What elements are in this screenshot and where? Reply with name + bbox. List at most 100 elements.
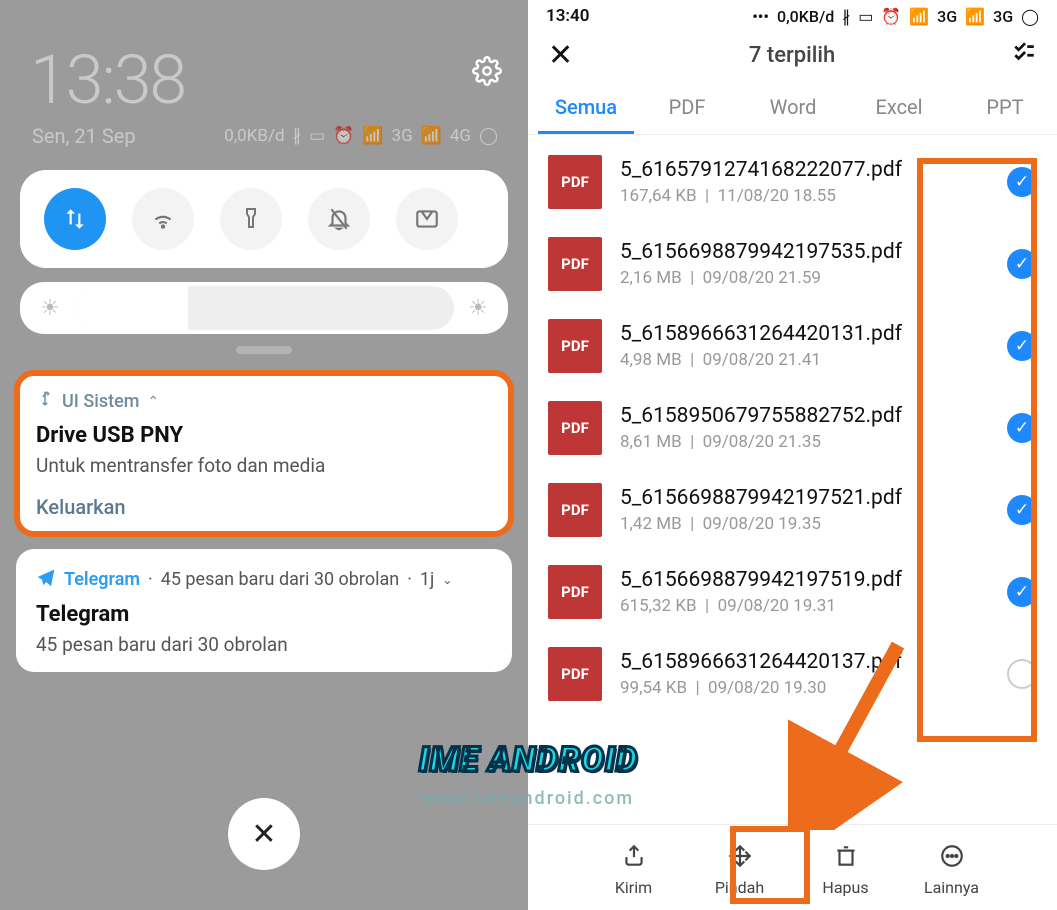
button-label: Lainnya	[924, 878, 979, 897]
bottom-action-bar: Kirim Pindah Hapus Lainnya	[528, 824, 1057, 910]
wifi-toggle[interactable]	[132, 188, 194, 250]
dnd-toggle[interactable]	[308, 188, 370, 250]
pdf-icon: PDF	[548, 565, 602, 619]
file-row[interactable]: PDF5_6165791274168222077.pdf167,64 KB | …	[528, 141, 1057, 223]
file-name: 5_6158966631264420131.pdf	[620, 322, 989, 346]
more-icon	[939, 843, 965, 874]
file-list: PDF5_6165791274168222077.pdf167,64 KB | …	[528, 135, 1057, 805]
notification-summary: 45 pesan baru dari 30 obrolan	[161, 569, 399, 590]
chevron-down-icon[interactable]: ⌄	[442, 573, 452, 587]
file-meta: 99,54 KB | 09/08/20 19.30	[620, 678, 989, 698]
file-meta: 615,32 KB | 09/08/20 19.31	[620, 596, 989, 616]
notification-title: Drive USB PNY	[36, 423, 492, 448]
file-name: 5_6158950679755882752.pdf	[620, 404, 989, 428]
pdf-icon: PDF	[548, 237, 602, 291]
selection-checkbox[interactable]: ✓	[1007, 167, 1037, 197]
brightness-high-icon: ☀	[468, 296, 488, 321]
select-all-icon[interactable]	[1011, 39, 1037, 72]
app-name: UI Sistem	[62, 391, 139, 412]
file-meta: 1,42 MB | 09/08/20 19.35	[620, 514, 989, 534]
file-meta: 2,16 MB | 09/08/20 21.59	[620, 268, 989, 288]
button-label: Hapus	[822, 878, 868, 897]
telegram-notification[interactable]: Telegram · 45 pesan baru dari 30 obrolan…	[16, 549, 512, 672]
bluetooth-icon: ∦	[842, 7, 850, 26]
file-row[interactable]: PDF 5_6158966631264420137.pdf 99,54 KB | 0…	[528, 633, 1057, 715]
file-name: 5_6156698879942197521.pdf	[620, 486, 989, 510]
selection-count: 7 terpilih	[749, 43, 835, 68]
alarm-icon: ⏰	[333, 126, 354, 146]
notification-time: 1j	[420, 569, 434, 590]
file-row[interactable]: PDF 5_6158950679755882752.pdf 8,61 MB | 09…	[528, 387, 1057, 469]
tab-ppt[interactable]: PPT	[952, 83, 1057, 134]
file-row[interactable]: PDF 5_6156698879942197535.pdf 2,16 MB | 09…	[528, 223, 1057, 305]
battery-icon: ▭	[858, 7, 873, 26]
bluetooth-icon: ∦	[293, 126, 302, 146]
battery-icon: ▭	[309, 126, 325, 146]
share-icon	[621, 843, 647, 874]
file-row[interactable]: PDF 5_6156698879942197521.pdf 1,42 MB | 09…	[528, 469, 1057, 551]
signal-icon: 📶	[362, 126, 383, 146]
notification-body: Untuk mentransfer foto dan media	[36, 454, 492, 477]
brightness-slider[interactable]: ☀ ☀	[20, 282, 508, 334]
watermark-brand: IME ANDROID	[419, 740, 638, 780]
file-name: 5_6156698879942197535.pdf	[620, 240, 989, 264]
selection-checkbox[interactable]: ✓	[1007, 331, 1037, 361]
file-meta: 4,98 MB | 09/08/20 21.41	[620, 350, 989, 370]
tab-excel[interactable]: Excel	[846, 83, 952, 134]
watermark-url: www.imeandroid.com	[423, 788, 634, 809]
notification-title: Telegram	[36, 602, 492, 627]
signal-icon: 📶	[965, 7, 985, 26]
brightness-low-icon: ☀	[40, 296, 60, 321]
button-label: Pindah	[715, 878, 764, 897]
move-icon	[727, 843, 753, 874]
file-row[interactable]: PDF 5_6156698879942197519.pdf 615,32 KB | …	[528, 551, 1057, 633]
delete-button[interactable]: Hapus	[810, 843, 882, 897]
clock-text: 13:38	[0, 0, 528, 120]
status-bar: 13:40 ••• 0,0KB/d ∦ ▭ ⏰ 📶 3G 📶 3G ◯	[528, 0, 1057, 32]
selection-checkbox[interactable]: ✓	[1007, 495, 1037, 525]
selection-checkbox[interactable]: ✓	[1007, 577, 1037, 607]
file-name: 5_6165791274168222077.pdf	[620, 158, 989, 182]
telegram-icon	[36, 567, 56, 592]
tab-all[interactable]: Semua	[538, 83, 634, 134]
quick-settings-panel	[20, 170, 508, 268]
status-indicators: 0,0KB/d ∦ ▭ ⏰ 📶 3G 📶 4G ◯	[224, 126, 498, 146]
file-type-tabs: Semua PDF Word Excel PPT La	[528, 83, 1057, 135]
file-meta: 8,61 MB | 09/08/20 21.35	[620, 432, 989, 452]
app-bar: ✕ 7 terpilih	[528, 32, 1057, 83]
selection-checkbox[interactable]: ✓	[1007, 413, 1037, 443]
send-button[interactable]: Kirim	[598, 843, 670, 897]
alarm-icon: ⏰	[881, 7, 901, 26]
chevron-up-icon[interactable]: ⌃	[147, 394, 159, 410]
pdf-icon: PDF	[548, 155, 602, 209]
signal-icon: 📶	[421, 126, 442, 146]
pdf-icon: PDF	[548, 483, 602, 537]
date-text: Sen, 21 Sep	[32, 124, 136, 148]
screenshot-toggle[interactable]	[396, 188, 458, 250]
clear-all-button[interactable]: ✕	[228, 798, 300, 870]
trash-icon	[833, 843, 859, 874]
pdf-icon: PDF	[548, 647, 602, 701]
eject-action[interactable]: Keluarkan	[36, 495, 492, 519]
file-row[interactable]: PDF 5_6158966631264420131.pdf 4,98 MB | 09…	[528, 305, 1057, 387]
app-name: Telegram	[64, 569, 140, 590]
pdf-icon: PDF	[548, 401, 602, 455]
button-label: Kirim	[615, 878, 652, 897]
selection-checkbox[interactable]: ✓	[1007, 249, 1037, 279]
tab-word[interactable]: Word	[740, 83, 846, 134]
more-button[interactable]: Lainnya	[916, 843, 988, 897]
notification-body: 45 pesan baru dari 30 obrolan	[36, 633, 492, 656]
move-button[interactable]: Pindah	[704, 843, 776, 897]
pdf-icon: PDF	[548, 319, 602, 373]
flashlight-toggle[interactable]	[220, 188, 282, 250]
battery-icon: ◯	[479, 126, 498, 146]
file-name: 5_6158966631264420137.pdf	[620, 650, 989, 674]
selection-checkbox[interactable]	[1007, 659, 1037, 689]
usb-notification[interactable]: UI Sistem ⌃ Drive USB PNY Untuk mentrans…	[16, 372, 512, 535]
file-name: 5_6156698879942197519.pdf	[620, 568, 989, 592]
panel-handle[interactable]	[236, 346, 292, 354]
settings-icon[interactable]	[472, 56, 502, 94]
mobile-data-toggle[interactable]	[44, 188, 106, 250]
close-selection-button[interactable]: ✕	[548, 38, 573, 73]
tab-pdf[interactable]: PDF	[634, 83, 740, 134]
